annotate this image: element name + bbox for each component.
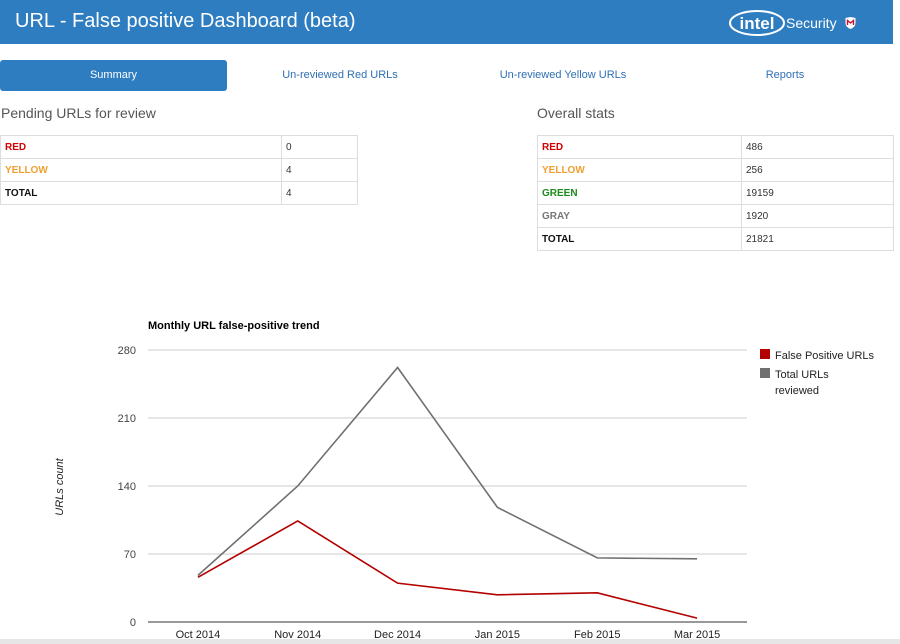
row-label-yellow: YELLOW	[0, 158, 282, 182]
tab-summary[interactable]: Summary	[0, 60, 227, 91]
tab-unreviewed-red-urls[interactable]: Un-reviewed Red URLs	[250, 60, 430, 91]
legend-swatch-false-positive	[760, 349, 770, 359]
tab-reports[interactable]: Reports	[745, 60, 825, 91]
x-tick-label: Dec 2014	[374, 629, 421, 639]
overall-stats-table: RED 486 YELLOW 256 GREEN 19159 GRAY 1920…	[537, 135, 894, 251]
row-label-yellow: YELLOW	[537, 158, 742, 182]
series-line-total-reviewed	[197, 366, 698, 576]
svg-text:intel: intel	[740, 14, 775, 33]
y-tick-label: 280	[118, 345, 136, 357]
row-label-gray: GRAY	[537, 204, 742, 228]
row-label-total: TOTAL	[537, 227, 742, 251]
row-value-total: 21821	[741, 227, 894, 251]
chart-legend: False Positive URLs Total URLs reviewed	[760, 349, 875, 397]
table-row: YELLOW 256	[537, 158, 894, 182]
y-tick-label: 70	[124, 549, 136, 561]
legend-label-total-reviewed: Total URLs reviewed	[775, 369, 832, 397]
row-value-red: 486	[741, 135, 894, 159]
y-tick-label: 210	[118, 413, 136, 425]
brand-security-text: Security	[786, 15, 837, 31]
chart-title: Monthly URL false-positive trend	[148, 320, 320, 332]
table-row: TOTAL 21821	[537, 227, 894, 251]
row-label-total: TOTAL	[0, 181, 282, 205]
table-row: RED 0	[0, 135, 358, 159]
y-tick-label: 140	[118, 481, 136, 493]
chart-gridlines: 0 70 140 210 280 Oct 2014 Nov 2014 Dec 2014 Jan …	[118, 345, 747, 639]
chart-y-axis-label: URLs count	[54, 457, 66, 515]
table-row: TOTAL 4	[0, 181, 358, 205]
legend-label-false-positive: False Positive URLs	[775, 350, 875, 362]
app-header: URL - False positive Dashboard (beta) in…	[0, 0, 893, 44]
table-row: RED 486	[537, 135, 894, 159]
table-row: GREEN 19159	[537, 181, 894, 205]
legend-swatch-total-reviewed	[760, 368, 770, 378]
row-value-yellow: 4	[281, 158, 358, 182]
horizontal-scrollbar[interactable]	[0, 639, 900, 644]
row-value-total: 4	[281, 181, 358, 205]
table-row: YELLOW 4	[0, 158, 358, 182]
x-tick-label: Nov 2014	[274, 629, 321, 639]
overall-section-title: Overall stats	[537, 105, 615, 121]
pending-table: RED 0 YELLOW 4 TOTAL 4	[0, 135, 358, 205]
series-line-false-positive	[197, 520, 698, 619]
nav-tabs: Summary Un-reviewed Red URLs Un-reviewed…	[0, 60, 900, 92]
row-value-yellow: 256	[741, 158, 894, 182]
tab-unreviewed-yellow-urls[interactable]: Un-reviewed Yellow URLs	[480, 60, 646, 91]
y-tick-label: 0	[130, 617, 136, 629]
pending-section-title: Pending URLs for review	[1, 105, 156, 121]
table-row: GRAY 1920	[537, 204, 894, 228]
page-title: URL - False positive Dashboard (beta)	[15, 10, 356, 32]
row-label-red: RED	[537, 135, 742, 159]
x-tick-label: Oct 2014	[176, 629, 221, 639]
chart-series	[197, 366, 698, 619]
row-value-red: 0	[281, 135, 358, 159]
row-label-red: RED	[0, 135, 282, 159]
intel-logo-icon: intel	[729, 10, 785, 36]
x-tick-label: Mar 2015	[674, 629, 720, 639]
x-tick-label: Jan 2015	[475, 629, 520, 639]
row-value-green: 19159	[741, 181, 894, 205]
x-tick-label: Feb 2015	[574, 629, 620, 639]
row-label-green: GREEN	[537, 181, 742, 205]
mcafee-shield-icon	[845, 17, 856, 29]
row-value-gray: 1920	[741, 204, 894, 228]
brand-logo: intel Security	[728, 9, 858, 37]
trend-line-chart: Monthly URL false-positive trend URLs co…	[54, 320, 875, 639]
